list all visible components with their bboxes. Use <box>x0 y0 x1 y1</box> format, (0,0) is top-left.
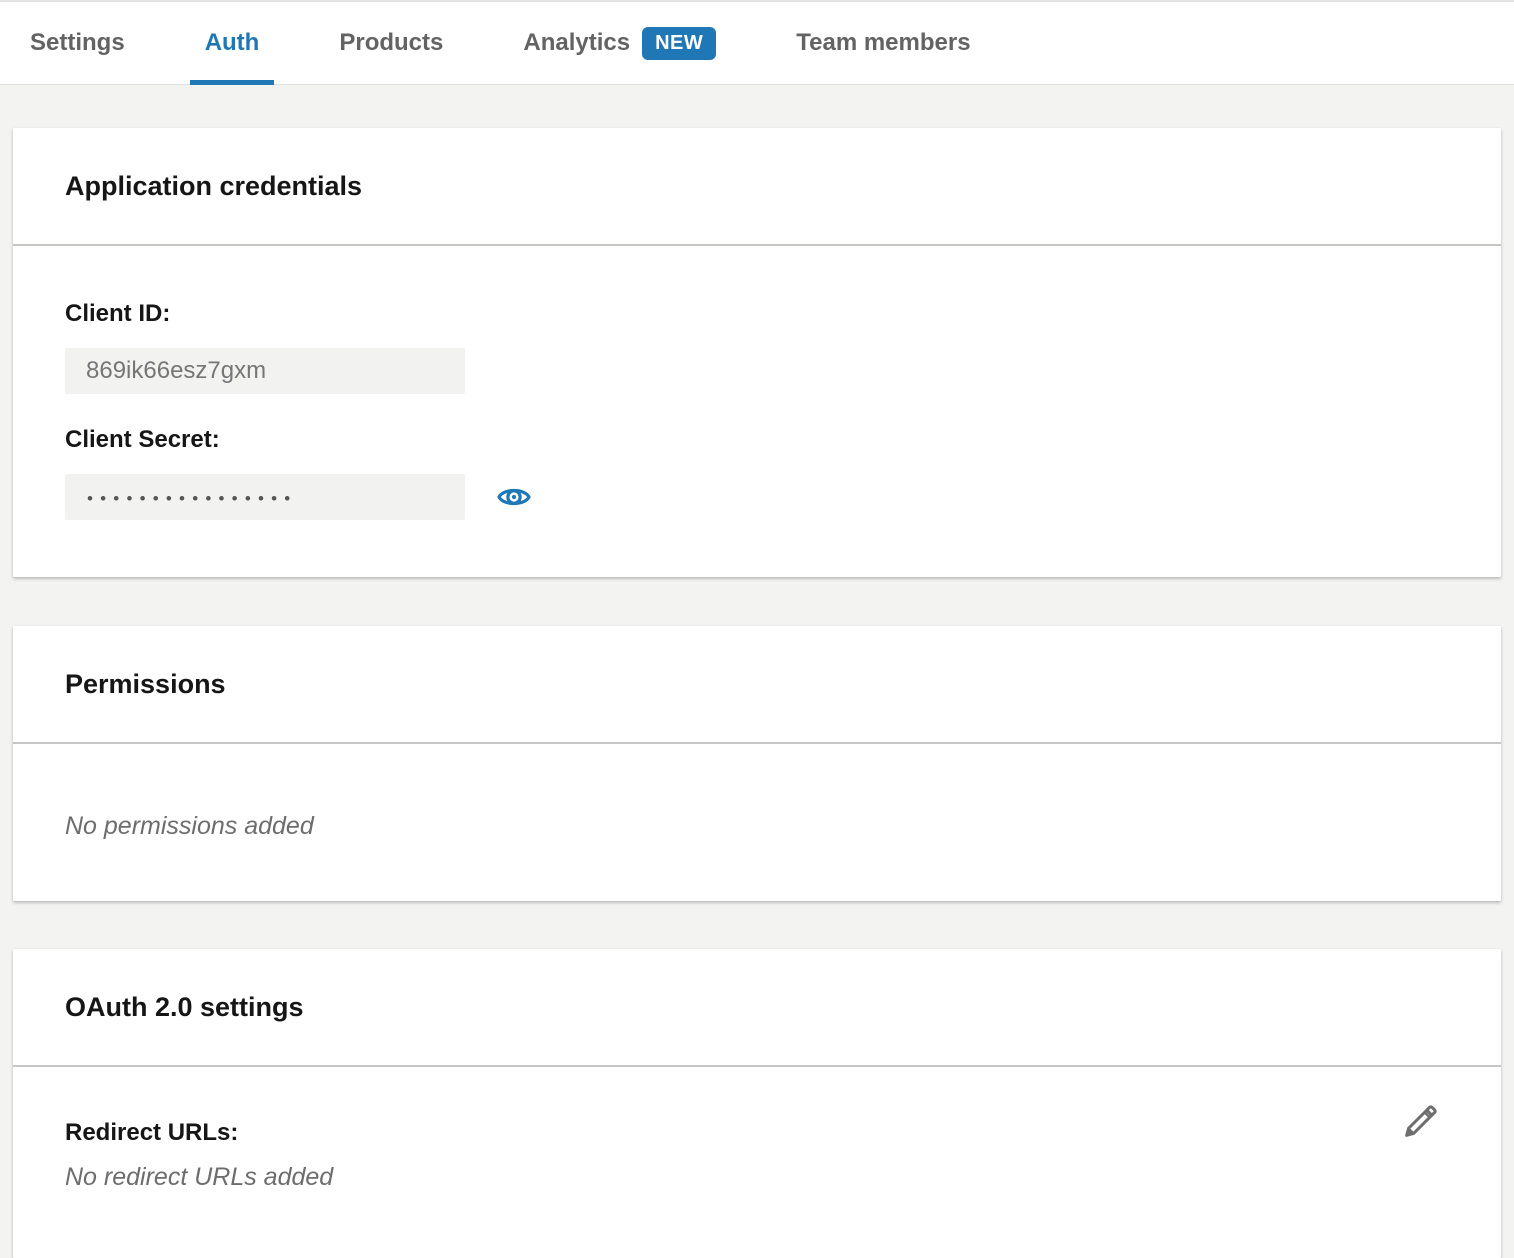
application-credentials-title: Application credentials <box>65 171 362 202</box>
permissions-body: No permissions added <box>13 744 1501 901</box>
edit-redirect-urls-button[interactable] <box>1399 1099 1443 1143</box>
tab-bar: Settings Auth Products Analytics NEW Tea… <box>0 0 1514 85</box>
new-badge: NEW <box>642 27 716 60</box>
permissions-header: Permissions <box>13 626 1501 744</box>
oauth-settings-card: OAuth 2.0 settings Redirect URLs: No red… <box>13 949 1501 1258</box>
client-secret-row: •••••••••••••••• <box>65 474 1449 520</box>
pencil-icon <box>1400 1100 1442 1142</box>
tab-team-members[interactable]: Team members <box>781 2 985 84</box>
tab-products[interactable]: Products <box>324 2 458 84</box>
redirect-urls-empty-text: No redirect URLs added <box>65 1163 1449 1192</box>
show-client-secret-button[interactable] <box>496 479 532 515</box>
tab-analytics[interactable]: Analytics NEW <box>508 2 731 84</box>
tab-auth-label: Auth <box>205 29 260 57</box>
tab-products-label: Products <box>339 29 443 57</box>
client-id-field[interactable]: 869ik66esz7gxm <box>65 348 465 394</box>
main-content: Application credentials Client ID: 869ik… <box>0 128 1514 1258</box>
client-id-label: Client ID: <box>65 300 1449 328</box>
tab-settings-label: Settings <box>30 29 125 57</box>
client-secret-field[interactable]: •••••••••••••••• <box>65 474 465 520</box>
application-credentials-header: Application credentials <box>13 128 1501 246</box>
redirect-urls-label: Redirect URLs: <box>65 1119 1449 1147</box>
oauth-settings-body: Redirect URLs: No redirect URLs added <box>13 1067 1501 1258</box>
permissions-empty-text: No permissions added <box>65 812 1449 841</box>
eye-icon <box>496 479 532 515</box>
permissions-title: Permissions <box>65 669 226 700</box>
tab-auth[interactable]: Auth <box>190 2 275 84</box>
oauth-settings-header: OAuth 2.0 settings <box>13 949 1501 1067</box>
tab-team-members-label: Team members <box>796 29 970 57</box>
application-credentials-card: Application credentials Client ID: 869ik… <box>13 128 1501 577</box>
permissions-card: Permissions No permissions added <box>13 626 1501 901</box>
client-secret-label: Client Secret: <box>65 426 1449 454</box>
tab-settings[interactable]: Settings <box>15 2 140 84</box>
application-credentials-body: Client ID: 869ik66esz7gxm Client Secret:… <box>13 246 1501 577</box>
tab-analytics-label: Analytics <box>523 29 630 57</box>
oauth-settings-title: OAuth 2.0 settings <box>65 992 304 1023</box>
